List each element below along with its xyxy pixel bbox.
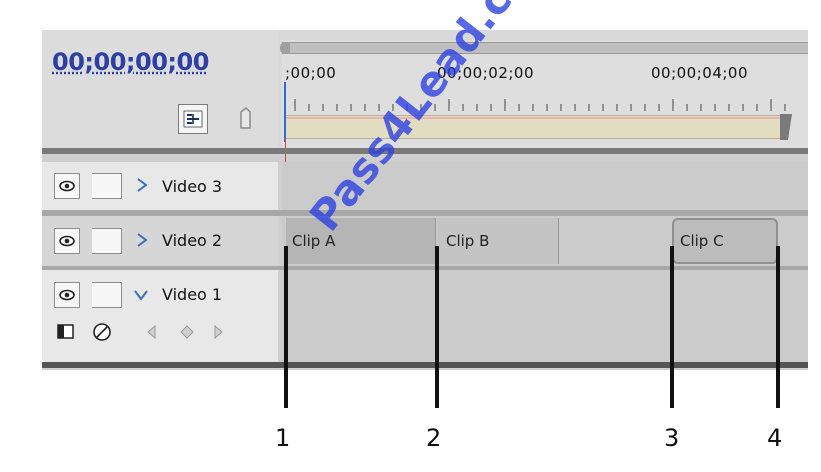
timeline-bottom-border bbox=[42, 362, 808, 368]
set-marker-icon bbox=[240, 106, 251, 129]
timecode-display[interactable]: 00;00;00;00 bbox=[52, 48, 209, 76]
callout-line-3 bbox=[670, 246, 674, 408]
ruler-ticks bbox=[294, 99, 786, 111]
ruler-label-start: ;00;00 bbox=[285, 64, 337, 82]
eye-icon bbox=[59, 289, 75, 301]
lock-track-video2[interactable] bbox=[92, 228, 122, 254]
playhead-icon[interactable] bbox=[284, 82, 286, 142]
callout-label-4: 4 bbox=[767, 424, 783, 452]
lock-track-video3[interactable] bbox=[92, 173, 122, 199]
callout-label-2: 2 bbox=[426, 424, 442, 452]
ruler-label-4s: 00;00;04;00 bbox=[651, 64, 749, 82]
track-divider bbox=[42, 148, 808, 154]
expand-triangle-icon[interactable] bbox=[137, 178, 147, 192]
show-keyframes-icon[interactable] bbox=[92, 322, 112, 342]
callout-label-3: 3 bbox=[664, 424, 680, 452]
clip-label-c: Clip C bbox=[680, 232, 724, 250]
track-area-video1[interactable] bbox=[282, 270, 808, 362]
work-area-render-line bbox=[285, 117, 781, 119]
callout-label-1: 1 bbox=[275, 424, 291, 452]
toggle-track-output-video1[interactable] bbox=[54, 282, 80, 308]
track-label-video3: Video 3 bbox=[162, 177, 223, 196]
zoom-scrollbar[interactable] bbox=[282, 42, 808, 54]
callout-line-4 bbox=[776, 246, 780, 408]
eye-icon bbox=[59, 180, 75, 192]
toggle-track-output-video2[interactable] bbox=[54, 228, 80, 254]
zoom-scroll-handle[interactable] bbox=[280, 42, 290, 54]
collapse-triangle-icon[interactable] bbox=[134, 290, 148, 300]
callout-line-2 bbox=[435, 246, 439, 408]
track-label-video2: Video 2 bbox=[162, 231, 223, 250]
clip-label-a: Clip A bbox=[292, 232, 336, 250]
expand-triangle-icon[interactable] bbox=[137, 233, 147, 247]
clip-label-b: Clip B bbox=[446, 232, 490, 250]
set-display-style-icon[interactable] bbox=[56, 322, 76, 342]
lock-track-video1[interactable] bbox=[92, 282, 122, 308]
set-marker-button[interactable] bbox=[236, 106, 254, 132]
track-label-video1: Video 1 bbox=[162, 285, 223, 304]
work-area-end-handle[interactable] bbox=[776, 112, 796, 142]
keyframe-navigator bbox=[147, 324, 223, 340]
toggle-track-output-video3[interactable] bbox=[54, 173, 80, 199]
callout-line-1 bbox=[284, 246, 288, 408]
snap-icon bbox=[183, 110, 203, 128]
snap-button[interactable] bbox=[178, 104, 208, 134]
eye-icon bbox=[59, 235, 75, 247]
